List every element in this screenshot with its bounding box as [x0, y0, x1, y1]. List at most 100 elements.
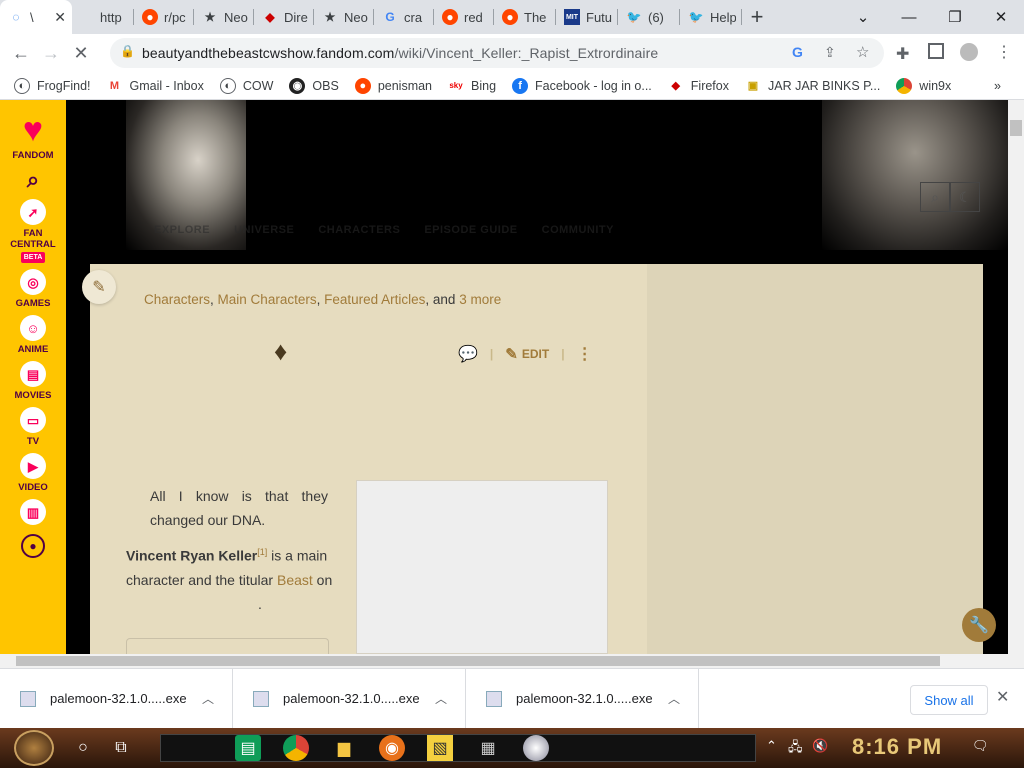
- bookmark-jarjar[interactable]: ▣ JAR JAR BINKS P...: [745, 78, 881, 94]
- chevron-up-icon[interactable]: ︿: [202, 690, 214, 707]
- anime-link[interactable]: ☺ ANIME: [18, 315, 48, 355]
- edit-floating-icon[interactable]: ✎: [82, 270, 116, 304]
- tab-8[interactable]: ● The: [494, 0, 556, 34]
- task-view-icon[interactable]: ⧉: [106, 733, 136, 763]
- profile-avatar[interactable]: [960, 43, 978, 61]
- app-icon[interactable]: ▦: [475, 735, 501, 761]
- notifications-icon[interactable]: 🗨: [972, 738, 989, 754]
- extensions-icon[interactable]: ✚: [896, 44, 909, 64]
- nav-episode-guide[interactable]: EPISODE GUIDE: [424, 224, 517, 236]
- more-categories-link[interactable]: 3 more: [459, 292, 501, 307]
- sphere-app-icon[interactable]: [523, 735, 549, 761]
- download-item[interactable]: palemoon-32.1.0.....exe ︿: [466, 668, 699, 729]
- edit-pencil-icon[interactable]: ✎: [505, 345, 518, 363]
- bookmark-obs[interactable]: ◉ OBS: [289, 77, 339, 94]
- bookmark-frogfind[interactable]: ◐ FrogFind!: [14, 77, 91, 94]
- tab-11[interactable]: 🐦 Help: [680, 0, 742, 34]
- close-window-button[interactable]: ✕: [986, 0, 1016, 34]
- download-item[interactable]: palemoon-32.1.0.....exe ︿: [233, 668, 466, 729]
- download-item[interactable]: palemoon-32.1.0.....exe ︿: [0, 668, 233, 729]
- file-explorer-icon[interactable]: ▆: [331, 735, 357, 761]
- chevron-up-icon[interactable]: ︿: [435, 690, 447, 707]
- tab-1[interactable]: http: [72, 0, 134, 34]
- reference-link[interactable]: [1]: [257, 547, 267, 557]
- installer-icon: [20, 690, 36, 707]
- video-link[interactable]: ▶ VIDEO: [18, 453, 48, 493]
- tab-close-icon[interactable]: ✕: [54, 9, 66, 26]
- tab-active[interactable]: ◌ \ ✕: [0, 0, 72, 34]
- user-account-link[interactable]: ●: [21, 534, 45, 558]
- tab-6[interactable]: G cra: [374, 0, 434, 34]
- tab-9[interactable]: MIT Futu: [556, 0, 618, 34]
- network-icon[interactable]: 🖧: [788, 738, 803, 760]
- bookmark-win9x[interactable]: win9x: [896, 77, 951, 94]
- search-circle-icon[interactable]: ○: [68, 733, 98, 763]
- games-link[interactable]: ◎ GAMES: [16, 269, 50, 309]
- side-panel-icon[interactable]: [928, 43, 944, 59]
- sticky-notes-icon[interactable]: ▧: [427, 735, 453, 761]
- sheets-icon[interactable]: ▤: [235, 735, 261, 761]
- nav-community[interactable]: COMMUNITY: [542, 224, 614, 236]
- start-button[interactable]: [14, 730, 54, 766]
- nav-universe[interactable]: UNIVERSE: [234, 224, 294, 236]
- bookmark-cow[interactable]: ◐ COW: [219, 77, 273, 94]
- vertical-scroll-thumb[interactable]: [1010, 120, 1022, 136]
- google-lens-icon[interactable]: G: [792, 44, 803, 60]
- fandom-logo[interactable]: ♥ FANDOM: [12, 110, 53, 161]
- volume-muted-icon[interactable]: 🔇: [812, 738, 828, 754]
- restore-button[interactable]: ❐: [940, 0, 970, 34]
- tab-5[interactable]: ★ Neo: [314, 0, 374, 34]
- share-icon[interactable]: ⇪: [824, 44, 836, 61]
- tab-2[interactable]: ● r/pc: [134, 0, 194, 34]
- wiki-header: EXPLORE UNIVERSE CHARACTERS EPISODE GUID…: [66, 100, 1008, 264]
- system-clock[interactable]: 8:16 PM: [852, 734, 942, 760]
- bookmark-bing[interactable]: sky Bing: [448, 78, 496, 94]
- back-button[interactable]: ←: [6, 43, 36, 64]
- nav-characters[interactable]: CHARACTERS: [318, 224, 400, 236]
- new-tab-button[interactable]: +: [742, 4, 772, 30]
- tab-search-icon[interactable]: ⌄: [848, 0, 878, 34]
- url-text[interactable]: beautyandthebeastcwshow.fandom.com/wiki/…: [142, 45, 658, 61]
- wiki-tools-icon[interactable]: 🔧: [962, 608, 996, 642]
- bookmark-star-icon[interactable]: ☆: [856, 43, 869, 61]
- bookmark-facebook[interactable]: f Facebook - log in o...: [512, 77, 652, 94]
- beast-link[interactable]: Beast: [277, 572, 313, 588]
- theme-toggle-icon[interactable]: ☾: [950, 182, 980, 212]
- forward-button[interactable]: →: [36, 43, 66, 64]
- bookmark-penisman[interactable]: ● penisman: [354, 77, 432, 94]
- tab-4[interactable]: ◆ Dire: [254, 0, 314, 34]
- more-bookmarks-button[interactable]: »: [994, 79, 1001, 93]
- tab-10[interactable]: 🐦 (6): [618, 0, 680, 34]
- bookmark-gmail[interactable]: M Gmail - Inbox: [107, 78, 204, 94]
- movies-link[interactable]: ▤ MOVIES: [15, 361, 51, 401]
- fandom-search[interactable]: ⌕: [27, 167, 39, 193]
- bookmark-firefox[interactable]: ◆ Firefox: [668, 78, 729, 94]
- minimize-button[interactable]: —: [894, 0, 924, 34]
- chevron-up-icon[interactable]: ︿: [668, 690, 680, 707]
- close-downloads-icon[interactable]: ✕: [996, 687, 1009, 707]
- tv-link[interactable]: ▭ TV: [20, 407, 46, 447]
- category-link[interactable]: Characters: [144, 292, 210, 307]
- tab-7[interactable]: ● red: [434, 0, 494, 34]
- horizontal-scrollbar[interactable]: [0, 654, 1024, 668]
- show-all-button[interactable]: Show all: [910, 685, 988, 715]
- wiki-link[interactable]: ▥: [20, 499, 46, 528]
- category-link[interactable]: Main Characters: [218, 292, 317, 307]
- edit-button[interactable]: EDIT: [522, 347, 549, 361]
- wiki-search-icon[interactable]: ⌕: [920, 182, 950, 212]
- nav-explore[interactable]: EXPLORE: [154, 224, 210, 236]
- chrome-icon[interactable]: [283, 735, 309, 761]
- more-actions-icon[interactable]: ⋮: [577, 344, 593, 364]
- fan-central-link[interactable]: ➚ FAN CENTRAL BETA: [7, 199, 59, 263]
- horizontal-scroll-thumb[interactable]: [16, 656, 940, 666]
- vertical-scrollbar[interactable]: [1008, 100, 1024, 654]
- menu-icon[interactable]: ⋮: [996, 42, 1012, 62]
- stop-button[interactable]: ✕: [66, 43, 96, 64]
- tray-overflow-icon[interactable]: ⌃: [766, 738, 777, 754]
- talk-icon[interactable]: 💬: [458, 344, 478, 364]
- category-link[interactable]: Featured Articles: [324, 292, 425, 307]
- tab-3[interactable]: ★ Neo: [194, 0, 254, 34]
- browser-icon[interactable]: ◉: [379, 735, 405, 761]
- category-list: Characters, Main Characters, Featured Ar…: [144, 292, 502, 307]
- address-bar[interactable]: 🔒 beautyandthebeastcwshow.fandom.com/wik…: [110, 38, 884, 68]
